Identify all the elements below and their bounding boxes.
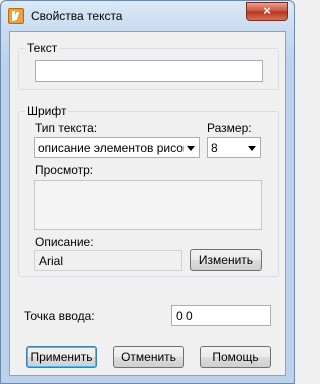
close-icon[interactable]: ×	[246, 2, 288, 21]
text-type-value: описание элементов рисова	[38, 141, 184, 155]
help-button[interactable]: Помощь	[200, 346, 271, 368]
change-font-button[interactable]: Изменить	[190, 249, 262, 271]
text-group-label: Текст	[25, 41, 60, 55]
description-field: Arial	[34, 250, 182, 271]
chevron-down-icon	[248, 146, 256, 151]
size-label: Размер:	[207, 121, 252, 135]
preview-label: Просмотр:	[35, 163, 94, 177]
app-logo-icon	[8, 8, 24, 24]
size-select[interactable]: 8	[207, 137, 261, 158]
text-input[interactable]	[35, 60, 263, 82]
font-group-label: Шрифт	[25, 104, 69, 118]
dialog-window: Свойства текста × Текст Шрифт Тип текста…	[0, 0, 295, 384]
text-type-label: Тип текста:	[35, 121, 98, 135]
preview-box	[34, 180, 262, 230]
description-label: Описание:	[35, 235, 94, 249]
dialog-body: Текст Шрифт Тип текста: описание элемент…	[9, 31, 286, 376]
chevron-down-icon	[187, 146, 195, 151]
apply-button[interactable]: Применить	[26, 346, 97, 368]
window-title: Свойства текста	[31, 9, 123, 23]
text-type-select[interactable]: описание элементов рисова	[34, 137, 200, 158]
cancel-button[interactable]: Отменить	[113, 346, 184, 368]
title-bar[interactable]: Свойства текста ×	[1, 1, 294, 31]
size-value: 8	[211, 141, 218, 155]
insertion-point-label: Точка ввода:	[24, 309, 95, 323]
insertion-point-input[interactable]	[171, 305, 271, 326]
